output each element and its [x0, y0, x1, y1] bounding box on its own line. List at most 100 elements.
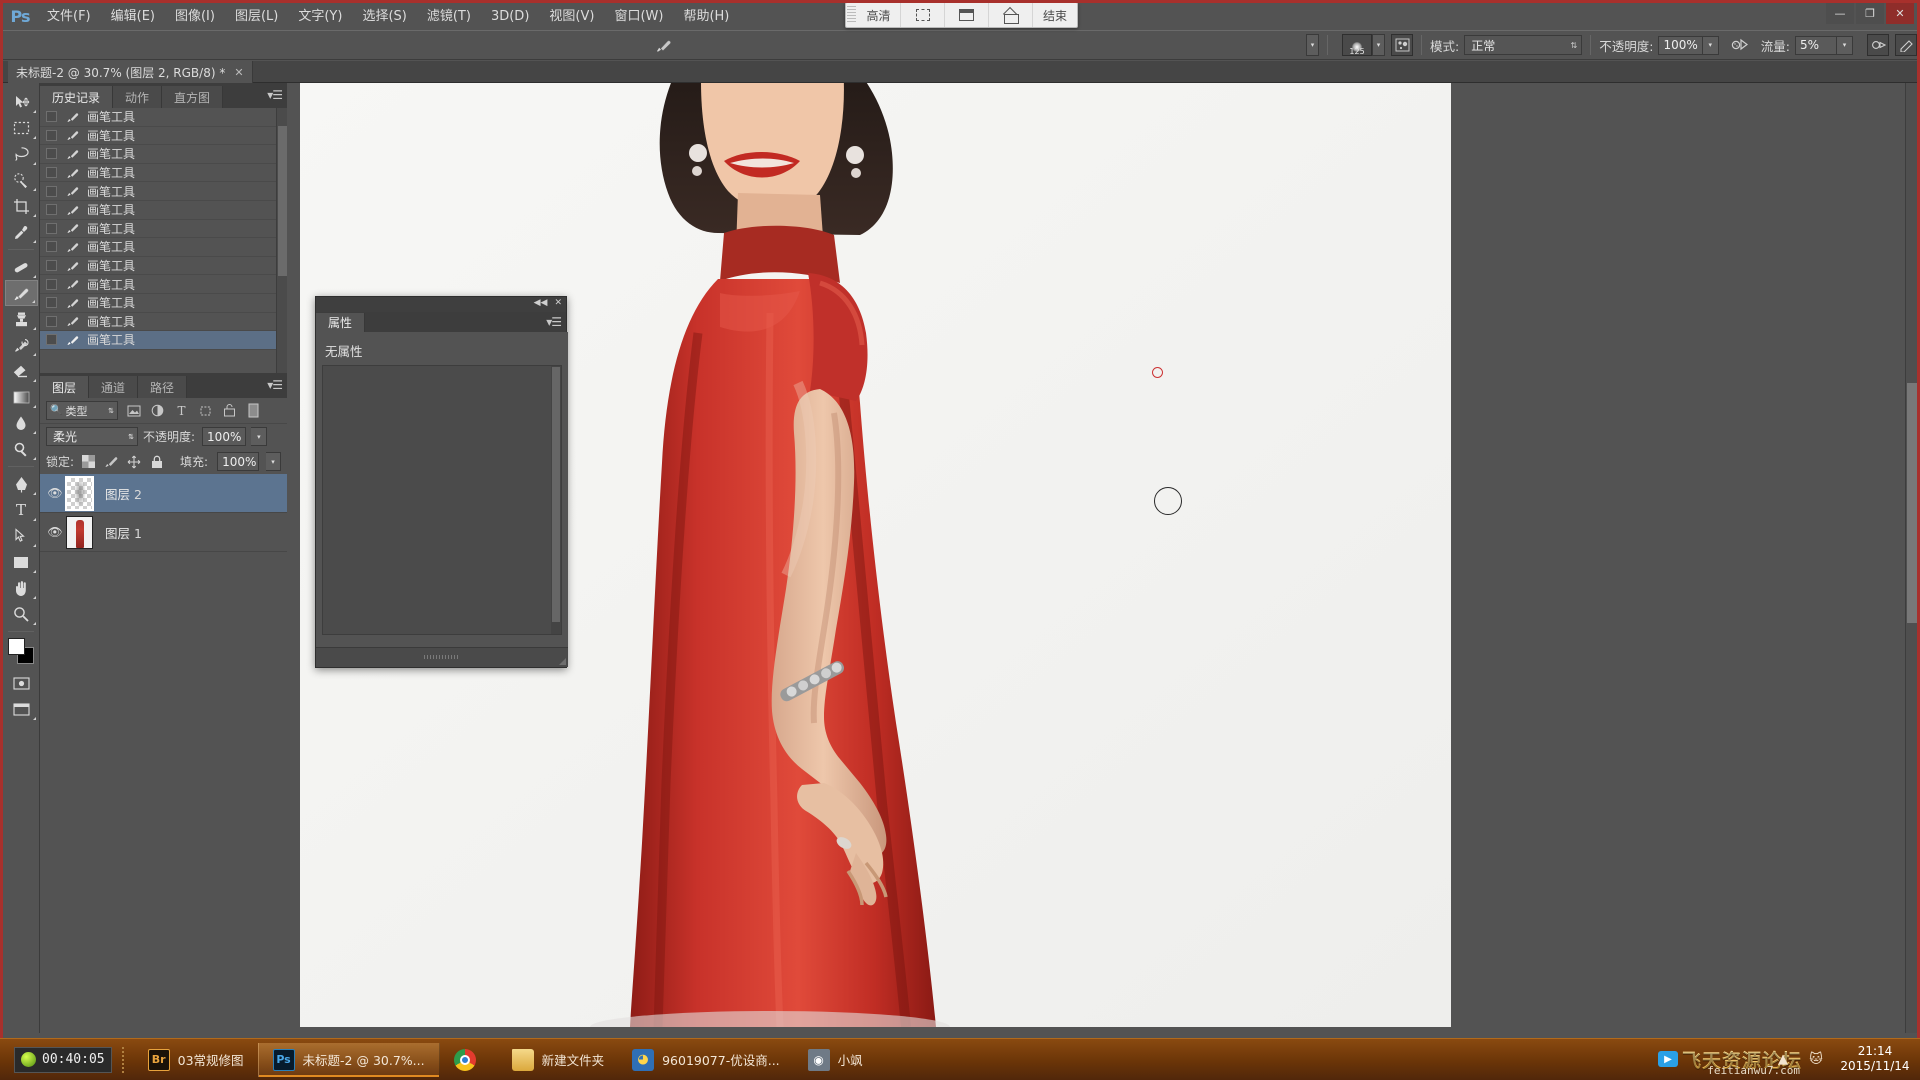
flow-dropdown-icon[interactable]: ▾	[1837, 35, 1853, 55]
airbrush-toggle-icon[interactable]	[1867, 34, 1889, 56]
menu-item-select[interactable]: 选择(S)	[352, 3, 416, 30]
filter-smart-icon[interactable]	[221, 402, 238, 419]
brush-preset-dropdown[interactable]: ▾	[1372, 34, 1386, 56]
history-checkbox[interactable]	[46, 222, 57, 234]
menu-item-filter[interactable]: 滤镜(T)	[417, 3, 481, 30]
eye-icon[interactable]: 👁	[44, 525, 66, 539]
screen-mode-icon[interactable]	[5, 696, 38, 722]
tab-history[interactable]: 历史记录	[40, 86, 114, 108]
menu-item-edit[interactable]: 编辑(E)	[101, 3, 165, 30]
history-checkbox[interactable]	[46, 111, 57, 123]
zoom-tool[interactable]	[5, 601, 38, 627]
menu-item-layer[interactable]: 图层(L)	[225, 3, 288, 30]
end-button[interactable]: 结束	[1033, 3, 1077, 27]
history-checkbox[interactable]	[46, 260, 57, 272]
tablet-pressure-icon[interactable]	[1895, 34, 1917, 56]
history-item[interactable]: 画笔工具	[40, 108, 287, 127]
timer-widget[interactable]: 00:40:05	[14, 1046, 112, 1073]
tab-actions[interactable]: 动作	[113, 86, 163, 108]
history-checkbox[interactable]	[46, 129, 57, 141]
collapse-icon[interactable]: ◀◀	[534, 298, 548, 308]
close-icon[interactable]: ✕	[554, 298, 562, 308]
rectangle-tool[interactable]	[5, 549, 38, 575]
history-item[interactable]: 画笔工具	[40, 313, 287, 332]
history-item[interactable]: 画笔工具	[40, 238, 287, 257]
brush-panel-icon[interactable]	[1391, 34, 1414, 56]
taskbar-item-seal[interactable]: ◉ 小飒	[794, 1043, 877, 1077]
scrollbar-thumb[interactable]	[552, 367, 560, 622]
menu-item-file[interactable]: 文件(F)	[37, 3, 101, 30]
history-item[interactable]: 画笔工具	[40, 201, 287, 220]
properties-panel-header[interactable]: ◀◀ ✕	[316, 297, 566, 312]
eye-icon[interactable]: 👁	[44, 486, 66, 500]
history-brush-tool[interactable]	[5, 332, 38, 358]
marquee-icon[interactable]	[901, 3, 945, 27]
minimize-button[interactable]: —	[1826, 3, 1854, 24]
layer-fill-dropdown-icon[interactable]: ▾	[266, 452, 281, 471]
canvas-vertical-scrollbar[interactable]	[1905, 83, 1917, 1033]
gradient-tool[interactable]	[5, 384, 38, 410]
color-swatches[interactable]	[5, 638, 38, 668]
history-item[interactable]: 画笔工具	[40, 145, 287, 164]
taskbar-item-bridge[interactable]: Br 03常规修图	[134, 1043, 258, 1077]
panel-menu-icon[interactable]: ▾☰	[267, 378, 283, 392]
quick-mask-icon[interactable]	[5, 670, 38, 696]
history-item-selected[interactable]: 画笔工具	[40, 331, 287, 350]
menu-item-view[interactable]: 视图(V)	[539, 3, 604, 30]
tab-paths[interactable]: 路径	[138, 376, 188, 398]
taskbar-item-folder[interactable]: 新建文件夹	[498, 1043, 619, 1077]
chevron-up-icon[interactable]: ▲	[1772, 1048, 1794, 1070]
history-item[interactable]: 画笔工具	[40, 182, 287, 201]
hd-button[interactable]: 高清	[857, 3, 901, 27]
qq-tray-icon[interactable]: 🐱	[1805, 1048, 1827, 1070]
history-scrollbar[interactable]	[276, 108, 287, 382]
history-checkbox[interactable]	[46, 241, 57, 253]
lock-image-icon[interactable]	[104, 453, 120, 470]
tab-histogram[interactable]: 直方图	[162, 86, 224, 108]
menu-item-help[interactable]: 帮助(H)	[673, 3, 739, 30]
tab-properties[interactable]: 属性	[316, 313, 366, 332]
menu-item-type[interactable]: 文字(Y)	[288, 3, 352, 30]
document-tab[interactable]: 未标题-2 @ 30.7% (图层 2, RGB/8) * ✕	[8, 61, 253, 83]
layer-filter-select[interactable]: 🔍 类型 ⇅	[46, 401, 118, 420]
eyedropper-tool[interactable]	[5, 219, 38, 245]
history-checkbox[interactable]	[46, 148, 57, 160]
layer-blend-mode-select[interactable]: 柔光 ⇅	[46, 427, 138, 446]
blur-tool[interactable]	[5, 410, 38, 436]
resize-grip[interactable]	[424, 655, 460, 659]
layer-row[interactable]: 👁 图层 1	[40, 513, 287, 552]
layer-opacity-input[interactable]: 100%	[202, 427, 247, 446]
brush-size-preview[interactable]: 125	[1342, 34, 1373, 56]
history-item[interactable]: 画笔工具	[40, 164, 287, 183]
lock-transparent-icon[interactable]	[81, 453, 97, 470]
layer-thumbnail[interactable]	[66, 515, 93, 549]
history-item[interactable]: 画笔工具	[40, 294, 287, 313]
healing-brush-tool[interactable]	[5, 254, 38, 280]
history-item[interactable]: 画笔工具	[40, 127, 287, 146]
lock-all-icon[interactable]	[149, 453, 165, 470]
history-checkbox[interactable]	[46, 167, 57, 179]
scrollbar-thumb[interactable]	[1907, 383, 1917, 623]
quick-selection-tool[interactable]	[5, 167, 38, 193]
history-checkbox[interactable]	[46, 315, 57, 327]
pen-tool[interactable]	[5, 471, 38, 497]
dodge-tool[interactable]	[5, 436, 38, 462]
history-item[interactable]: 画笔工具	[40, 275, 287, 294]
opacity-input[interactable]: 100%	[1658, 35, 1703, 55]
blend-mode-select[interactable]: 正常 ⇅	[1464, 35, 1583, 55]
hand-tool[interactable]	[5, 575, 38, 601]
lasso-tool[interactable]	[5, 141, 38, 167]
drag-grip[interactable]	[847, 6, 856, 24]
history-item[interactable]: 画笔工具	[40, 220, 287, 239]
layer-opacity-dropdown-icon[interactable]: ▾	[251, 427, 268, 446]
menu-item-window[interactable]: 窗口(W)	[604, 3, 673, 30]
layer-thumbnail[interactable]	[65, 475, 94, 511]
history-item[interactable]: 画笔工具	[40, 257, 287, 276]
menu-item-image[interactable]: 图像(I)	[165, 3, 225, 30]
clone-stamp-tool[interactable]	[5, 306, 38, 332]
tool-preset-dropdown[interactable]: ▾	[1306, 34, 1320, 56]
history-checkbox[interactable]	[46, 297, 57, 309]
close-icon[interactable]: ✕	[234, 66, 243, 79]
eraser-tool[interactable]	[5, 358, 38, 384]
type-tool[interactable]: T	[5, 497, 38, 523]
